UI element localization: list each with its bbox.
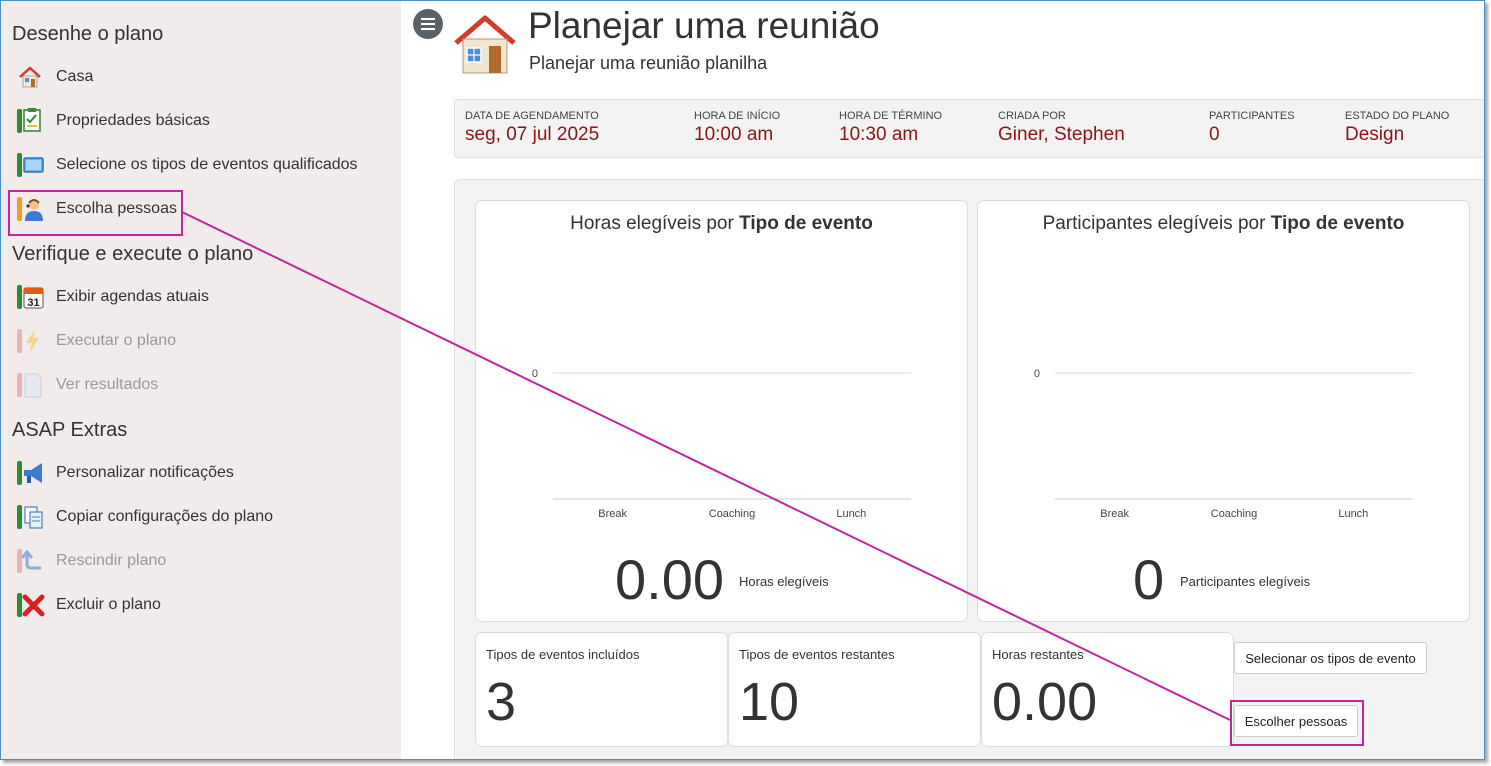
stat-value: 10 xyxy=(739,672,800,732)
hamburger-icon xyxy=(421,23,435,25)
info-value: 10:00 am xyxy=(694,124,774,145)
home-icon xyxy=(15,62,45,92)
info-schedule-date: Data de agendamento seg, 07 jul 2025 xyxy=(465,110,599,146)
sidebar-item-label: Personalizar notificações xyxy=(56,464,234,481)
stat-value: 3 xyxy=(486,672,517,732)
section-title-design: Desenhe o plano xyxy=(12,23,164,45)
info-created-by: Criada por Giner, Stephen xyxy=(998,110,1125,146)
sidebar-item-label: Ver resultados xyxy=(56,376,159,393)
sidebar-item-label: Selecione os tipos de eventos qualificad… xyxy=(56,156,358,173)
menu-toggle-button[interactable] xyxy=(413,9,443,39)
eligible-hours-value: 0.00 xyxy=(615,548,724,611)
chart-participants: 0 Break Coaching Lunch xyxy=(1034,368,1413,520)
copy-icon xyxy=(15,502,45,532)
info-value: 0 xyxy=(1209,124,1220,145)
screen-icon xyxy=(15,150,45,180)
x-tick-label: Coaching xyxy=(709,508,755,520)
checklist-icon xyxy=(15,106,45,136)
sidebar-item-label: Exibir agendas atuais xyxy=(56,288,209,305)
house-logo-icon xyxy=(453,15,517,75)
page-subtitle: Planejar uma reunião planilha xyxy=(529,53,768,73)
info-label: Hora de início xyxy=(694,110,781,122)
info-label: Participantes xyxy=(1209,110,1295,122)
sidebar-item-view-results[interactable]: Ver resultados xyxy=(15,369,158,401)
chart-card-hours: Horas elegíveis por Tipo de evento 0 Brea… xyxy=(475,200,968,622)
sidebar-item-execute-plan[interactable]: Executar o plano xyxy=(15,325,176,357)
document-icon xyxy=(15,370,45,400)
stat-value: 0.00 xyxy=(992,672,1098,732)
section-title-extras: ASAP Extras xyxy=(12,419,128,441)
info-label: Hora de término xyxy=(839,110,943,122)
chart-card-participants: Participantes elegíveis por Tipo de even… xyxy=(977,200,1470,622)
info-participants: Participantes 0 xyxy=(1209,110,1295,146)
chart-hours: 0 Break Coaching Lunch xyxy=(532,368,911,520)
sidebar-item-label: Copiar configurações do plano xyxy=(56,508,274,525)
app-window: Desenhe o plano Casa Propriedades básica… xyxy=(0,0,1485,760)
stat-card-remaining-types: Tipos de eventos restantes 10 xyxy=(728,632,981,747)
sidebar-item-show-schedules[interactable]: 31 Exibir agendas atuais xyxy=(15,281,209,313)
eligible-participants-label: Participantes elegíveis xyxy=(1180,574,1311,589)
page-title: Planejar uma reunião xyxy=(528,5,880,46)
highlight-box-button xyxy=(1230,700,1364,746)
section-title-verify: Verifique e execute o plano xyxy=(12,243,254,265)
stat-label: Tipos de eventos incluídos xyxy=(486,647,640,662)
eligible-participants-value: 0 xyxy=(1133,548,1165,611)
sidebar-item-rescind-plan[interactable]: Rescindir plano xyxy=(15,545,166,577)
info-plan-state: Estado do plano Design xyxy=(1345,110,1449,146)
calendar-icon: 31 xyxy=(15,282,45,312)
x-tick-label: Break xyxy=(598,508,627,520)
info-start-time: Hora de início 10:00 am xyxy=(694,110,780,146)
sidebar-item-home[interactable]: Casa xyxy=(15,61,93,93)
sidebar-item-copy-settings[interactable]: Copiar configurações do plano xyxy=(15,501,273,533)
stat-label: Tipos de eventos restantes xyxy=(739,647,895,662)
y-tick-label: 0 xyxy=(532,368,538,380)
y-tick-label: 0 xyxy=(1034,368,1040,380)
sidebar-item-basic-properties[interactable]: Propriedades básicas xyxy=(15,105,210,137)
info-label: Estado do plano xyxy=(1345,110,1450,122)
info-label: Criada por xyxy=(998,110,1066,122)
stat-card-included: Tipos de eventos incluídos 3 xyxy=(475,632,728,747)
sidebar-item-label: Rescindir plano xyxy=(56,552,167,569)
sidebar-item-label: Propriedades básicas xyxy=(56,112,210,129)
dashboard-panel: Horas elegíveis por Tipo de evento 0 Brea… xyxy=(454,179,1484,759)
sidebar-item-delete-plan[interactable]: Excluir o plano xyxy=(15,589,161,621)
info-label: Data de agendamento xyxy=(465,110,599,122)
info-value: Giner, Stephen xyxy=(998,124,1125,145)
info-value: 10:30 am xyxy=(839,124,919,145)
sidebar-item-label: Executar o plano xyxy=(56,332,177,349)
lightning-icon xyxy=(15,326,45,356)
x-tick-label: Lunch xyxy=(836,508,866,520)
stat-card-remaining-hours: Horas restantes 0.00 xyxy=(981,632,1234,747)
info-end-time: Hora de término 10:30 am xyxy=(839,110,942,146)
eligible-hours-label: Horas elegíveis xyxy=(739,574,829,589)
info-value: seg, 07 jul 2025 xyxy=(465,124,600,145)
select-event-types-button[interactable]: Selecionar os tipos de evento xyxy=(1234,642,1427,674)
megaphone-icon xyxy=(15,458,45,488)
undo-icon xyxy=(15,546,45,576)
sidebar-item-label: Excluir o plano xyxy=(56,596,161,613)
x-tick-label: Lunch xyxy=(1338,508,1368,520)
sidebar-item-label: Casa xyxy=(56,68,94,85)
info-value: Design xyxy=(1345,124,1405,145)
x-tick-label: Break xyxy=(1100,508,1129,520)
highlight-box-sidebar xyxy=(8,190,183,236)
main-content: Planejar uma reunião Planejar uma reuniã… xyxy=(401,1,1484,759)
x-tick-label: Coaching xyxy=(1211,508,1257,520)
stat-label: Horas restantes xyxy=(992,647,1084,662)
delete-icon xyxy=(15,590,45,620)
sidebar: Desenhe o plano Casa Propriedades básica… xyxy=(1,1,401,759)
calendar-day-text: 31 xyxy=(27,297,39,309)
sidebar-item-event-types[interactable]: Selecione os tipos de eventos qualificad… xyxy=(15,149,358,181)
plan-info-bar: Data de agendamento seg, 07 jul 2025 Hora… xyxy=(454,99,1484,158)
sidebar-item-notifications[interactable]: Personalizar notificações xyxy=(15,457,234,489)
